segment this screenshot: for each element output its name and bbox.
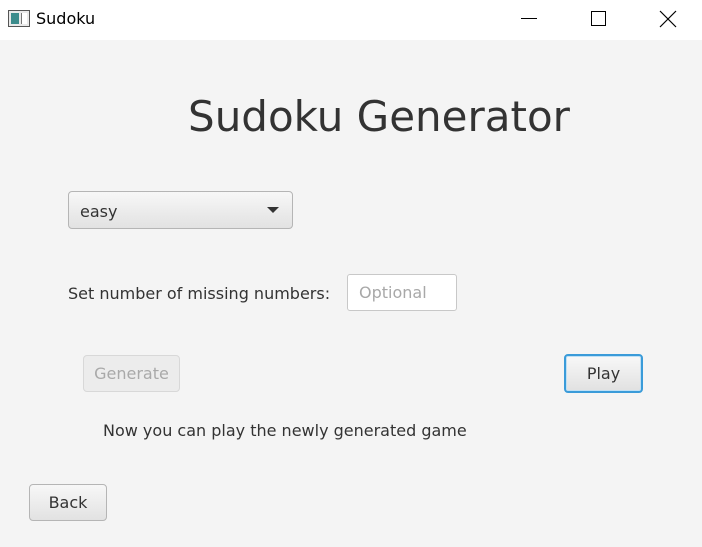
close-button[interactable] [645,0,691,40]
close-icon [659,10,677,28]
difficulty-dropdown[interactable]: easy [68,191,293,229]
app-window: Sudoku Sudoku Generator easy Set number … [0,0,702,547]
maximize-button[interactable] [575,0,621,40]
missing-numbers-input[interactable] [347,274,457,311]
minimize-button[interactable] [506,0,552,40]
play-button[interactable]: Play [564,354,643,393]
title-bar: Sudoku [0,0,702,40]
app-window-icon [8,10,30,27]
missing-numbers-label: Set number of missing numbers: [68,284,331,303]
status-message: Now you can play the newly generated gam… [103,421,467,440]
maximize-icon [591,11,606,26]
back-button[interactable]: Back [29,484,107,521]
window-title: Sudoku [36,9,96,28]
difficulty-selected-value: easy [80,202,118,221]
chevron-down-icon [267,207,279,213]
page-title: Sudoku Generator [188,92,570,141]
generate-button[interactable]: Generate [83,355,180,392]
minimize-icon [521,18,537,19]
